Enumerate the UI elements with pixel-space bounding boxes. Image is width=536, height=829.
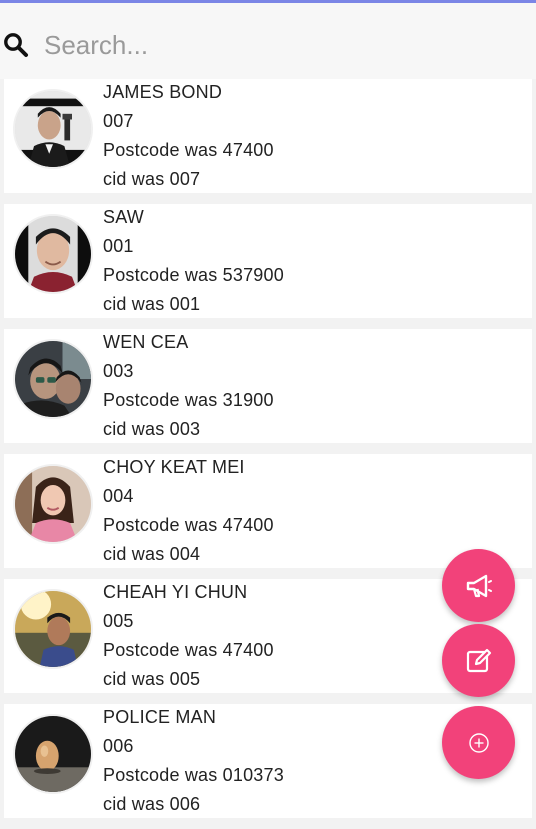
contact-card[interactable]: CHOY KEAT MEI 004 Postcode was 47400 cid… [4, 454, 532, 568]
avatar [13, 589, 93, 669]
contact-code: 005 [103, 611, 134, 631]
contact-name: WEN CEA [103, 332, 189, 352]
contact-cid: cid was 006 [103, 794, 201, 814]
contact-code: 004 [103, 486, 134, 506]
contact-cid: cid was 003 [103, 419, 201, 439]
avatar [13, 339, 93, 419]
contact-postcode: Postcode was 010373 [103, 765, 284, 785]
contact-card[interactable]: WEN CEA 003 Postcode was 31900 cid was 0… [4, 329, 532, 443]
search-bar [0, 3, 536, 79]
add-circle-icon [468, 732, 489, 753]
contact-name: CHEAH YI CHUN [103, 582, 248, 602]
avatar [13, 214, 93, 294]
contact-postcode: Postcode was 47400 [103, 640, 274, 660]
search-input[interactable] [44, 25, 514, 65]
contact-name: POLICE MAN [103, 707, 217, 727]
contact-card[interactable]: JAMES BOND 007 Postcode was 47400 cid wa… [4, 79, 532, 193]
megaphone-icon [466, 574, 492, 597]
contact-cid: cid was 005 [103, 669, 201, 689]
avatar [13, 89, 93, 169]
broadcast-fab-button[interactable] [442, 549, 515, 622]
avatar [13, 714, 93, 794]
contact-card[interactable]: SAW 001 Postcode was 537900 cid was 001 [4, 204, 532, 318]
contact-cid: cid was 001 [103, 294, 201, 314]
search-icon[interactable] [3, 32, 29, 58]
contact-postcode: Postcode was 31900 [103, 390, 274, 410]
avatar [13, 464, 93, 544]
contact-name: JAMES BOND [103, 82, 223, 102]
contact-postcode: Postcode was 537900 [103, 265, 284, 285]
contact-name: SAW [103, 207, 144, 227]
contact-code: 001 [103, 236, 134, 256]
contact-postcode: Postcode was 47400 [103, 515, 274, 535]
edit-icon [466, 648, 491, 672]
contact-cid: cid was 007 [103, 169, 201, 189]
edit-fab-button[interactable] [442, 624, 515, 697]
contact-code: 007 [103, 111, 134, 131]
contact-name: CHOY KEAT MEI [103, 457, 245, 477]
add-fab-button[interactable] [442, 706, 515, 779]
contact-postcode: Postcode was 47400 [103, 140, 274, 160]
contact-code: 003 [103, 361, 134, 381]
contact-code: 006 [103, 736, 134, 756]
contact-cid: cid was 004 [103, 544, 201, 564]
